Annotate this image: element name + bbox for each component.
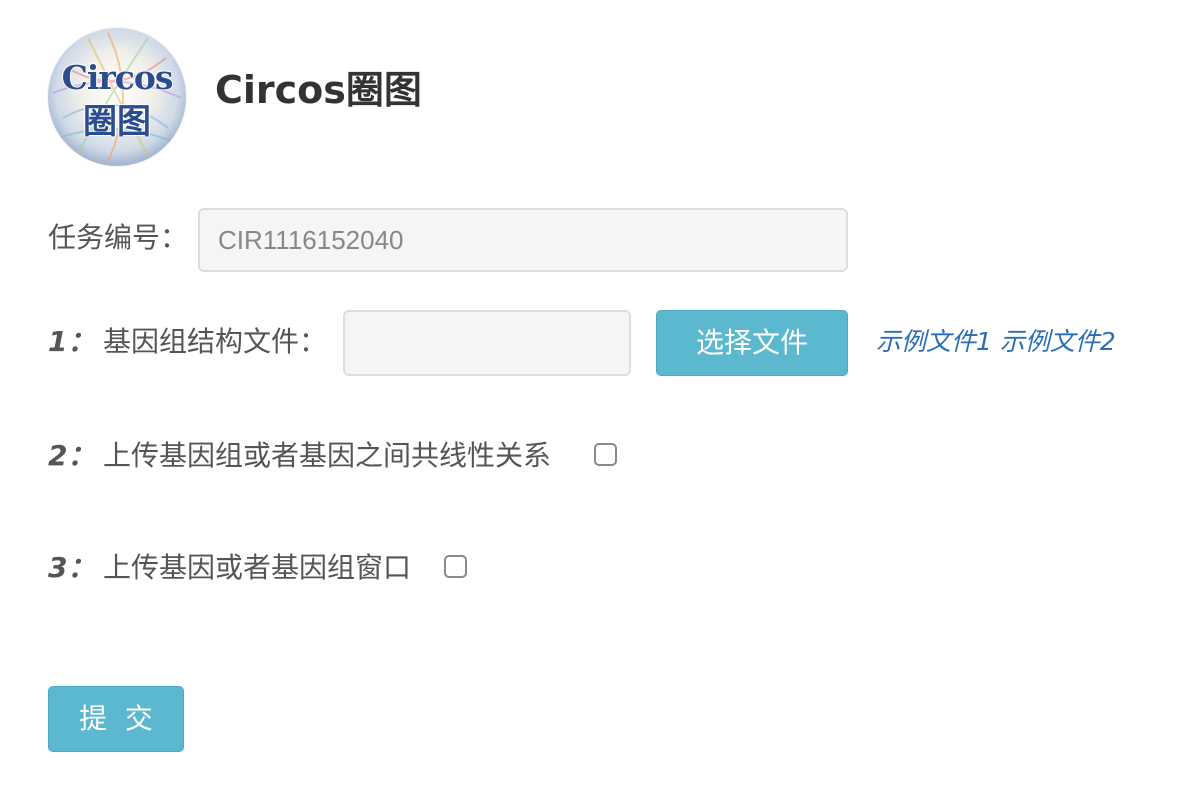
step1-row-label: 1： 基因组结构文件： bbox=[48, 322, 327, 362]
example-file-1-link[interactable]: 示例文件1 bbox=[876, 327, 992, 356]
example-file-2-link[interactable]: 示例文件2 bbox=[1000, 327, 1116, 356]
logo-text-quantu: 圈图 bbox=[83, 102, 151, 142]
page-title: Circos圈图 bbox=[215, 68, 422, 112]
gene-window-checkbox[interactable] bbox=[444, 555, 467, 578]
step1-number: 1： bbox=[48, 325, 96, 358]
logo-text-circos: Circos bbox=[61, 58, 174, 97]
step2-number: 2： bbox=[48, 439, 96, 472]
step3-number: 3： bbox=[48, 551, 96, 584]
genome-structure-file-label: 基因组结构文件： bbox=[103, 325, 328, 358]
circos-logo: Circos 圈图 bbox=[48, 28, 186, 166]
choose-file-button[interactable]: 选择文件 bbox=[656, 310, 848, 376]
submit-button[interactable]: 提 交 bbox=[48, 686, 184, 752]
step3-row-label: 3： 上传基因或者基因组窗口 bbox=[48, 548, 411, 588]
collinearity-label: 上传基因组或者基因之间共线性关系 bbox=[103, 439, 552, 472]
task-id-label: 任务编号： bbox=[48, 221, 189, 254]
gene-window-label: 上传基因或者基因组窗口 bbox=[103, 551, 412, 584]
genome-structure-file-input[interactable] bbox=[343, 310, 631, 376]
example-links: 示例文件1 示例文件2 bbox=[876, 322, 1116, 362]
collinearity-checkbox[interactable] bbox=[594, 443, 617, 466]
task-id-input[interactable] bbox=[198, 208, 848, 272]
step2-row-label: 2： 上传基因组或者基因之间共线性关系 bbox=[48, 436, 551, 476]
page: Circos 圈图 Circos圈图 任务编号： 1：基因组结构文件： 选择文件… bbox=[0, 0, 1180, 786]
